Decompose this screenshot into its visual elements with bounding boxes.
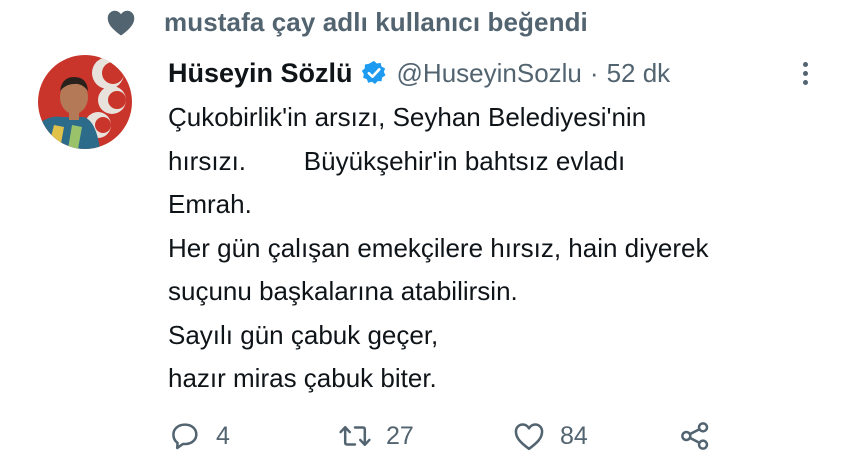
like-button[interactable]: 84 bbox=[512, 415, 588, 457]
tweet-text: Çukobirlik'in arsızı, Seyhan Belediyesi'… bbox=[168, 96, 838, 401]
tweet-text-line: hazır miras çabuk biter. bbox=[168, 363, 437, 393]
reply-button[interactable]: 4 bbox=[168, 415, 230, 457]
share-button[interactable] bbox=[678, 415, 712, 457]
reply-count: 4 bbox=[216, 421, 230, 450]
tweet-timestamp[interactable]: 52 dk bbox=[607, 58, 671, 89]
author-display-name[interactable]: Hüseyin Sözlü bbox=[168, 58, 353, 89]
reply-icon bbox=[168, 419, 202, 453]
like-count: 84 bbox=[560, 421, 588, 450]
heart-icon bbox=[104, 7, 138, 37]
tweet-text-line: suçunu başkalarına atabilirsin. bbox=[168, 276, 518, 306]
social-context: mustafa çay adlı kullanıcı beğendi bbox=[104, 4, 588, 40]
retweet-icon bbox=[338, 419, 372, 453]
retweet-button[interactable]: 27 bbox=[338, 415, 414, 457]
like-icon bbox=[512, 419, 546, 453]
tweet-text-line: Çukobirlik'in arsızı, Seyhan Belediyesi'… bbox=[168, 102, 647, 132]
share-icon bbox=[678, 419, 712, 453]
tweet-text-line: Her gün çalışan emekçilere hırsız, hain … bbox=[168, 232, 709, 263]
avatar[interactable] bbox=[38, 55, 132, 149]
tweet-text-line: Emrah. bbox=[168, 189, 252, 219]
tweet-header: Hüseyin Sözlü @HuseyinSozlu · 52 dk bbox=[168, 53, 670, 93]
retweet-count: 27 bbox=[386, 421, 414, 450]
tweet-text-line: Sayılı gün çabuk geçer, bbox=[168, 319, 439, 350]
social-context-text[interactable]: mustafa çay adlı kullanıcı beğendi bbox=[164, 7, 588, 38]
author-handle[interactable]: @HuseyinSozlu bbox=[397, 58, 582, 89]
verified-badge-icon bbox=[361, 60, 387, 86]
tweet-text-line: hırsızı. Büyükşehir'in bahtsız evladı bbox=[168, 145, 626, 176]
more-options-icon[interactable] bbox=[790, 58, 820, 88]
header-separator: · bbox=[589, 57, 599, 88]
